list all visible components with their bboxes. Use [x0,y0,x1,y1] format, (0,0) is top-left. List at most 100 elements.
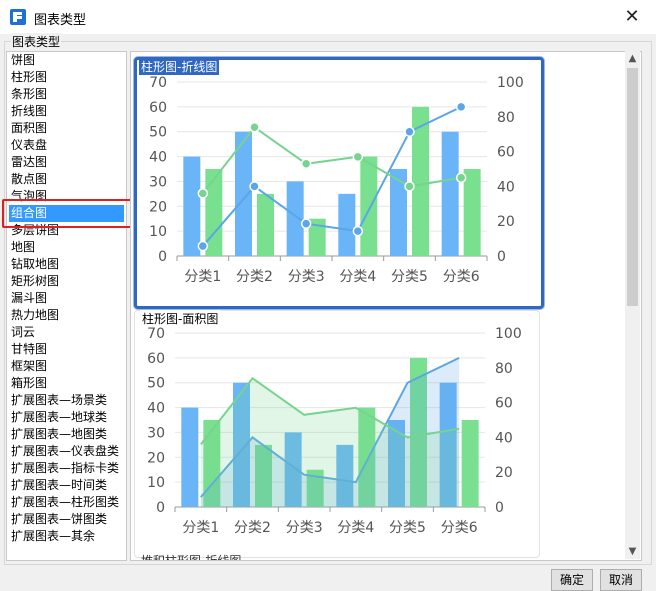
y-left-tick-label: 60 [149,100,167,116]
partial-card-title: 堆积柱形图-折线图 [141,554,242,561]
chart-type-list[interactable]: 饼图 柱形图 条形图 折线图 面积图 仪表盘 雷达图 散点图 气泡图 组合图 多层饼图 地图 钻取地图矩… [6,51,127,561]
data-point [300,218,312,229]
chart-type-item[interactable]: 饼图 [11,52,35,69]
y-left-tick-label: 70 [147,326,165,342]
x-tick-label: 分类2 [236,269,273,285]
chart-type-item[interactable]: 折线图 [11,103,47,120]
data-point [404,126,415,137]
bar [205,169,223,256]
chart-type-item[interactable]: 扩展图表—场景类 [11,392,107,409]
y-left-tick-label: 70 [149,75,167,91]
cancel-button[interactable]: 取消 [600,569,642,591]
chart-type-item[interactable]: 组合图 [9,205,124,222]
bar-area-chart: 0 10 20 30 40 50 60 70 0 20 40 60 80 100 分类1 分类2 分类3 分类4 分… [147,326,522,536]
y-left-tick-label: 40 [149,150,167,166]
chart-type-item[interactable]: 漏斗图 [11,290,47,307]
y-right-tick-label: 40 [495,430,513,446]
chart-type-item[interactable]: 扩展图表—指标卡类 [11,460,119,477]
y-right-tick-label: 60 [495,396,513,412]
y-right-tick-label: 60 [497,145,515,161]
data-point [249,181,260,192]
y-left-tick-label: 40 [147,401,165,417]
chart-type-item[interactable]: 条形图 [11,86,47,103]
chart-type-item[interactable]: 扩展图表—饼图类 [11,511,107,528]
bar [390,169,407,256]
y-left-tick-label: 0 [156,500,165,516]
scroll-up-icon[interactable]: ▲ [625,51,640,66]
preview-card-bar-area[interactable]: 柱形图-面积图 0 10 20 30 40 50 60 70 0 20 40 60 80 100 分类1 分类… [134,310,540,558]
x-tick-label: 分类1 [182,520,219,536]
chart-type-item[interactable]: 地图 [11,239,35,256]
window-title: 图表类型 [34,13,87,28]
x-tick-label: 分类5 [389,520,426,536]
y-right-tick-label: 0 [495,500,504,516]
bar [286,181,304,256]
chart-type-item[interactable]: 仪表盘 [11,137,47,154]
data-point [404,181,415,192]
chart-type-item[interactable]: 柱形图 [11,69,47,86]
chart-type-item[interactable]: 热力地图 [11,307,59,324]
bar [461,420,479,507]
bar [183,156,201,256]
data-point [249,121,260,133]
y-left-tick-label: 30 [147,425,165,441]
bar-line-chart: 0 10 20 30 40 50 60 70 0 20 40 60 80 100 分类1 分类2 分类3 分类4 分… [149,75,524,285]
chart-type-item[interactable]: 框架图 [11,358,47,375]
chart-type-item[interactable]: 箱形图 [11,375,47,392]
y-left-tick-label: 10 [147,475,165,491]
y-right-tick-label: 0 [497,249,506,265]
scrollbar-thumb[interactable] [627,68,638,306]
x-tick-label: 分类4 [339,269,376,285]
chart-type-item[interactable]: 散点图 [11,171,47,188]
y-left-tick-label: 0 [158,249,167,265]
vertical-scrollbar[interactable]: ▲ ▼ [625,51,640,559]
y-left-tick-label: 20 [149,199,167,215]
chart-type-item[interactable]: 扩展图表—柱形图类 [11,494,119,511]
chart-type-item[interactable]: 气泡图 [11,188,47,205]
chart-type-item[interactable]: 甘特图 [11,341,47,358]
chart-type-item[interactable]: 扩展图表—时间类 [11,477,107,494]
y-right-tick-label: 40 [497,179,515,195]
y-right-tick-label: 20 [497,214,515,230]
x-tick-label: 分类5 [391,269,428,285]
chart-type-item[interactable]: 扩展图表—地球类 [11,409,107,426]
bar [257,193,274,256]
bar [181,407,199,507]
bar [338,193,356,256]
ok-button[interactable]: 确定 [551,569,593,591]
chart-preview-panel: 柱形图-折线图 0 10 20 30 40 50 60 70 0 20 40 60 80 100 分类1 分类… [130,51,642,561]
data-point [300,158,312,170]
bar [463,169,481,256]
y-left-tick-label: 10 [149,224,167,240]
chart-type-item[interactable]: 扩展图表—仪表盘类 [11,443,119,460]
y-left-tick-label: 30 [149,174,167,190]
group-label: 图表类型 [11,33,62,50]
chart-type-item[interactable]: 雷达图 [11,154,47,171]
x-tick-label: 分类3 [286,520,323,536]
chart-type-item[interactable]: 矩形树图 [11,273,59,290]
y-left-tick-label: 50 [149,125,167,141]
chart-type-item[interactable]: 扩展图表—其余 [11,528,95,545]
x-tick-label: 分类3 [288,269,325,285]
chart-type-item[interactable]: 词云 [11,324,35,341]
x-tick-label: 分类6 [443,269,480,285]
data-point [352,225,364,237]
x-tick-label: 分类4 [337,520,374,536]
bar [441,131,459,256]
x-tick-label: 分类2 [234,520,271,536]
y-right-tick-label: 100 [497,75,524,91]
chart-type-item[interactable]: 钻取地图 [11,256,59,273]
y-left-tick-label: 20 [147,450,165,466]
chart-type-item[interactable]: 多层饼图 [11,222,59,239]
y-left-tick-label: 50 [147,376,165,392]
y-right-tick-label: 80 [495,361,513,377]
preview-card-bar-line[interactable]: 柱形图-折线图 0 10 20 30 40 50 60 70 0 20 40 60 80 100 分类1 分类… [134,57,544,309]
scroll-down-icon[interactable]: ▼ [625,544,640,559]
data-point [352,151,364,163]
data-point [197,188,209,199]
chart-type-item[interactable]: 扩展图表—地图类 [11,426,107,443]
close-button[interactable]: ✕ [616,6,648,28]
chart-type-item[interactable]: 面积图 [11,120,47,137]
app-logo-icon [10,9,26,25]
bar [360,156,378,256]
